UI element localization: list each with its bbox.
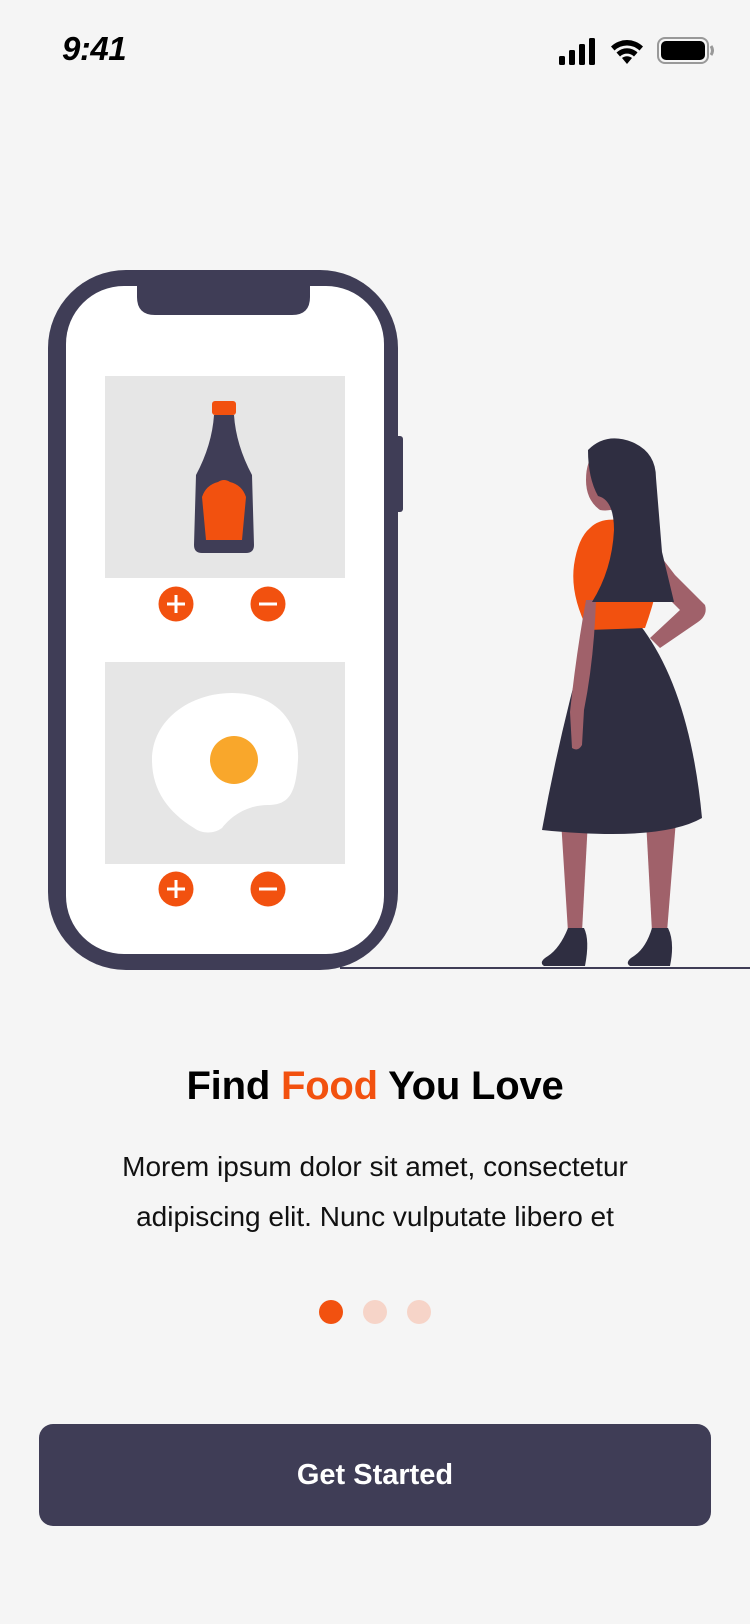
minus-icon — [259, 887, 277, 891]
egg-minus-button[interactable] — [250, 871, 286, 907]
page-dot-1[interactable] — [319, 1300, 343, 1324]
status-time: 9:41 — [62, 30, 127, 67]
onboarding-title: Find Food You Love — [0, 1064, 750, 1109]
page-dot-3[interactable] — [407, 1300, 431, 1324]
page-dot-2[interactable] — [363, 1300, 387, 1324]
status-bar: 9:41 — [0, 0, 750, 100]
status-icons — [559, 37, 714, 65]
egg-plus-button[interactable] — [158, 871, 194, 907]
egg-item-card — [105, 662, 345, 864]
onboarding-description: Morem ipsum dolor sit amet, consectetur … — [75, 1142, 675, 1242]
bottle-plus-button[interactable] — [158, 586, 194, 622]
phone-illustration — [48, 270, 403, 970]
bottle-item-card — [105, 376, 345, 578]
onboarding-illustration — [48, 270, 750, 970]
title-accent-word: Food — [280, 1064, 378, 1108]
woman-illustration — [541, 438, 706, 966]
bottle-minus-button[interactable] — [250, 586, 286, 622]
wifi-icon — [611, 40, 643, 64]
title-text-start: Find — [186, 1064, 281, 1108]
description-line-2: adipiscing elit. Nunc vulputate libero e… — [136, 1201, 614, 1232]
phone-notch — [137, 286, 310, 315]
get-started-button[interactable]: Get Started — [39, 1424, 711, 1526]
battery-icon — [657, 37, 714, 64]
page-indicator — [0, 1300, 750, 1325]
cellular-signal-icon — [559, 38, 595, 65]
description-line-1: Morem ipsum dolor sit amet, consectetur — [122, 1151, 628, 1182]
title-text-end: You Love — [377, 1064, 564, 1108]
minus-icon — [259, 602, 277, 606]
